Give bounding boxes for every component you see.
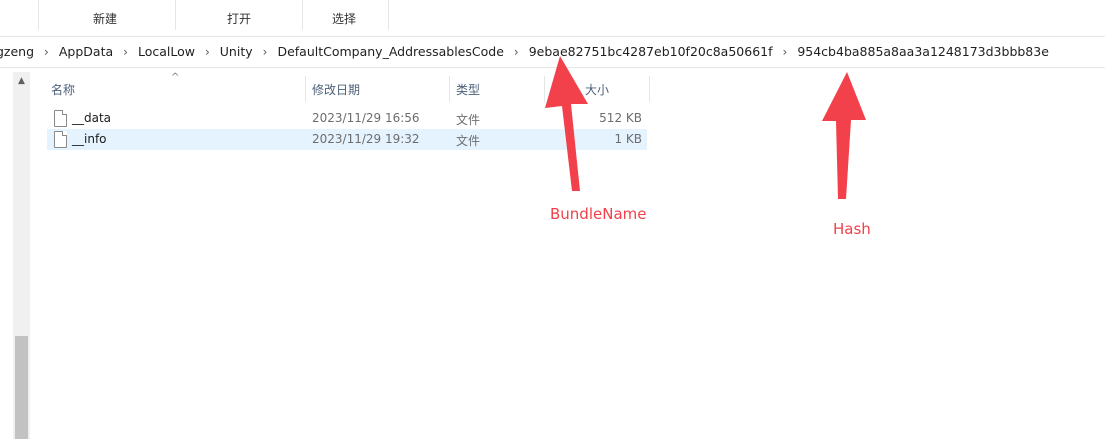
hash-label: Hash (833, 220, 871, 238)
bundle-name-arrow (545, 56, 588, 191)
bundle-name-label: BundleName (550, 205, 647, 223)
hash-arrow (822, 72, 866, 199)
